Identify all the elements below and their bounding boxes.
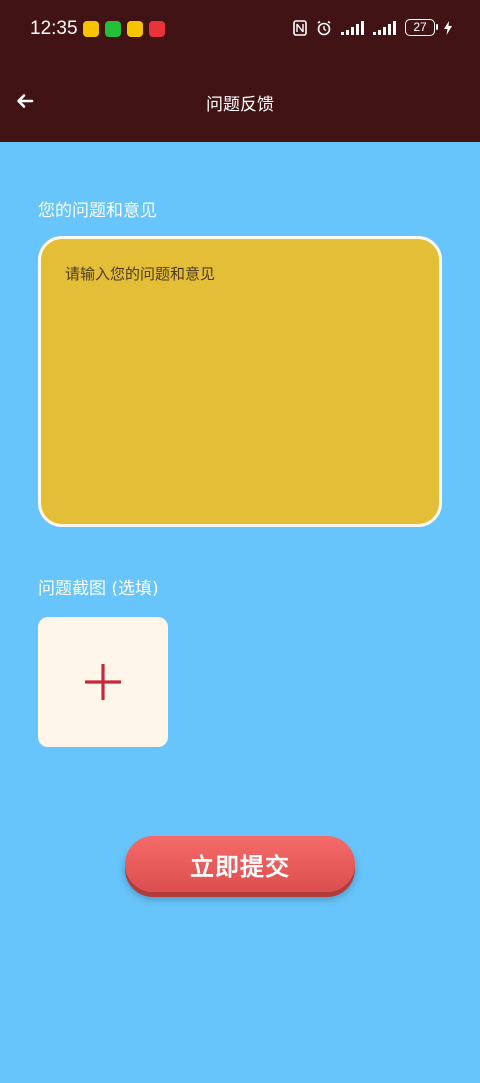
- signal-icon-2: [373, 20, 396, 35]
- feedback-label: 您的问题和意见: [38, 201, 157, 221]
- page-title: 问题反馈: [206, 95, 274, 115]
- status-indicators: 27: [293, 19, 452, 36]
- status-bar: 12:35 27: [0, 0, 480, 60]
- alarm-icon: [317, 20, 331, 35]
- submit-label: 立即提交: [190, 852, 290, 881]
- battery-level: 27: [413, 20, 427, 34]
- wechat-icon: [105, 21, 121, 37]
- battery-icon: 27: [405, 19, 438, 36]
- nfc-icon: [293, 19, 307, 36]
- notification-icons: [83, 21, 165, 37]
- screenshot-label: 问题截图 (选填): [38, 579, 159, 599]
- feedback-placeholder: 请输入您的问题和意见: [65, 265, 216, 283]
- add-screenshot-button[interactable]: [38, 617, 168, 747]
- status-time: 12:35: [30, 18, 78, 39]
- signal-icon: [341, 20, 364, 35]
- meituan-icon: [127, 21, 143, 37]
- app-icon: [149, 21, 165, 37]
- plus-icon: [85, 664, 121, 700]
- meituan-icon: [83, 21, 99, 37]
- app-header: 问题反馈: [0, 60, 480, 142]
- feedback-textarea[interactable]: 请输入您的问题和意见: [38, 236, 442, 527]
- charging-icon: [444, 20, 452, 35]
- submit-button[interactable]: 立即提交: [125, 836, 355, 892]
